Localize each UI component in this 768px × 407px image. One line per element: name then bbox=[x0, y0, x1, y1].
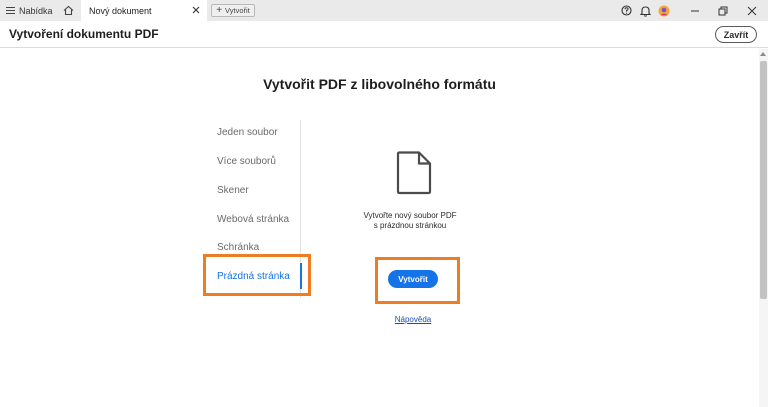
restore-button[interactable] bbox=[716, 3, 730, 18]
vertical-scrollbar[interactable] bbox=[759, 49, 768, 407]
blank-document-icon bbox=[396, 151, 432, 195]
option-single-file[interactable]: Jeden soubor bbox=[217, 127, 278, 138]
description-line-1: Vytvořte nový soubor PDF bbox=[363, 211, 457, 220]
new-tab-label: Vytvořit bbox=[225, 6, 250, 15]
home-icon bbox=[63, 5, 73, 16]
plus-icon: + bbox=[216, 4, 223, 16]
window-close-button[interactable] bbox=[745, 3, 759, 18]
hamburger-icon bbox=[6, 7, 15, 14]
minimize-icon bbox=[691, 10, 699, 11]
close-button[interactable]: Zavřít bbox=[715, 26, 757, 43]
option-multiple-files[interactable]: Více souborů bbox=[217, 156, 276, 167]
notifications-button[interactable] bbox=[638, 3, 652, 18]
restore-icon bbox=[718, 6, 728, 15]
scroll-up-arrow-icon[interactable] bbox=[760, 52, 766, 56]
option-web-page[interactable]: Webová stránka bbox=[217, 214, 289, 225]
minimize-button[interactable] bbox=[688, 3, 702, 18]
tab-new-document[interactable]: Nový dokument bbox=[81, 0, 207, 21]
menu-label: Nabídka bbox=[19, 5, 53, 16]
description-line-2: s prázdnou stránkou bbox=[373, 221, 447, 230]
avatar-button[interactable] bbox=[657, 3, 671, 18]
option-clipboard[interactable]: Schránka bbox=[217, 242, 259, 253]
window-close-icon bbox=[747, 6, 757, 15]
tab-close-button[interactable] bbox=[190, 4, 202, 16]
option-scanner[interactable]: Skener bbox=[217, 185, 249, 196]
avatar-icon bbox=[658, 5, 670, 16]
help-link[interactable]: Nápověda bbox=[385, 315, 441, 324]
menu-button[interactable]: Nabídka bbox=[6, 3, 53, 18]
help-button[interactable] bbox=[619, 3, 633, 18]
tab-label: Nový dokument bbox=[89, 5, 152, 16]
scroll-thumb[interactable] bbox=[760, 61, 767, 299]
highlight-frame-blank-page bbox=[203, 254, 311, 296]
close-icon bbox=[192, 6, 200, 14]
create-button[interactable]: Vytvořit bbox=[388, 270, 438, 288]
tab-strip: Nabídka Nový dokument + Vytvořit bbox=[0, 0, 768, 21]
new-tab-button[interactable]: + Vytvořit bbox=[211, 4, 255, 17]
page-header: Vytvoření dokumentu PDF Zavřít bbox=[0, 21, 768, 48]
main-heading: Vytvořit PDF z libovolného formátu bbox=[263, 76, 496, 92]
page-title: Vytvoření dokumentu PDF bbox=[9, 27, 159, 41]
help-icon bbox=[620, 5, 632, 16]
home-button[interactable] bbox=[60, 3, 76, 18]
bell-icon bbox=[639, 5, 651, 17]
